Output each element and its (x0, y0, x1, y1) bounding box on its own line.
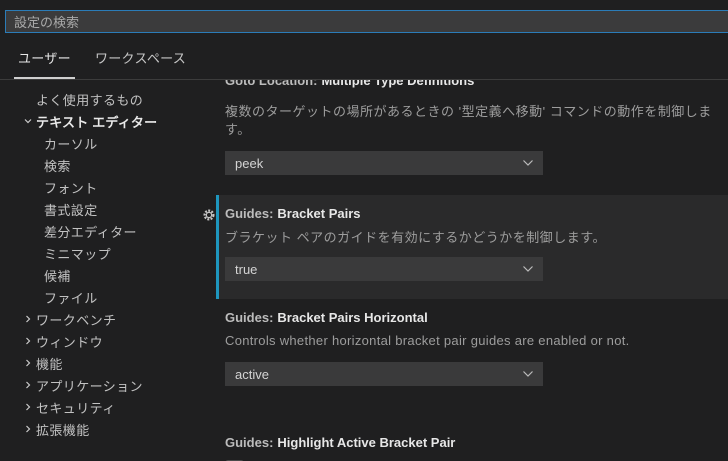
sidebar-item-application[interactable]: アプリケーション (0, 374, 216, 396)
chevron-right-icon (20, 314, 36, 324)
chevron-down-icon (522, 265, 534, 273)
setting-row-multiple-type-definitions: Goto Location:Multiple Type Definitions … (216, 80, 728, 195)
setting-title: Goto Location:Multiple Type Definitions (225, 80, 474, 90)
settings-list: Goto Location:Multiple Type Definitions … (216, 80, 728, 461)
setting-title: Guides:Highlight Active Bracket Pair (225, 434, 712, 452)
setting-row-highlight-active-bracket-pair: Guides:Highlight Active Bracket Pair Con… (216, 434, 728, 461)
tab-user[interactable]: ユーザー (18, 48, 71, 79)
settings-header: 設定の検索 ユーザー ワークスペース (0, 0, 728, 80)
sidebar-item-workbench[interactable]: ワークベンチ (0, 308, 216, 330)
settings-tree-sidebar: よく使用するもの テキスト エディター カーソル 検索 フォント 書式設定 差分… (0, 80, 216, 461)
setting-row-bracket-pairs-horizontal: Guides:Bracket Pairs Horizontal Controls… (216, 309, 728, 406)
setting-title: Guides:Bracket Pairs (225, 205, 712, 223)
gear-icon[interactable] (202, 208, 216, 222)
chevron-right-icon (20, 402, 36, 412)
sidebar-item-security[interactable]: セキュリティ (0, 396, 216, 418)
settings-search-input[interactable]: 設定の検索 (5, 10, 728, 33)
bracket-pairs-dropdown[interactable]: true (225, 257, 543, 281)
setting-row-bracket-pairs: Guides:Bracket Pairs ブラケット ペアのガイドを有効にするか… (216, 195, 728, 299)
chevron-right-icon (20, 358, 36, 368)
bracket-pairs-horizontal-dropdown[interactable]: active (225, 362, 543, 386)
sidebar-item-minimap[interactable]: ミニマップ (0, 242, 216, 264)
chevron-down-icon (522, 159, 534, 167)
sidebar-item-cursor[interactable]: カーソル (0, 132, 216, 154)
sidebar-item-features[interactable]: 機能 (0, 352, 216, 374)
chevron-right-icon (20, 380, 36, 390)
multiple-type-definitions-dropdown[interactable]: peek (225, 151, 543, 175)
sidebar-item-find[interactable]: 検索 (0, 154, 216, 176)
setting-description: 複数のターゲットの場所があるときの '型定義へ移動' コマンドの動作を制御します… (225, 103, 712, 139)
setting-description: ブラケット ペアのガイドを有効にするかどうかを制御します。 (225, 229, 712, 247)
tab-workspace[interactable]: ワークスペース (95, 48, 186, 79)
chevron-down-icon (20, 116, 36, 126)
chevron-right-icon (20, 336, 36, 346)
sidebar-item-text-editor[interactable]: テキスト エディター (0, 110, 216, 132)
sidebar-item-suggestions[interactable]: 候補 (0, 264, 216, 286)
search-placeholder: 設定の検索 (14, 12, 79, 31)
sidebar-item-window[interactable]: ウィンドウ (0, 330, 216, 352)
sidebar-item-font[interactable]: フォント (0, 176, 216, 198)
sidebar-item-extensions[interactable]: 拡張機能 (0, 418, 216, 440)
sidebar-item-formatting[interactable]: 書式設定 (0, 198, 216, 220)
setting-title: Guides:Bracket Pairs Horizontal (225, 309, 712, 327)
sidebar-item-files[interactable]: ファイル (0, 286, 216, 308)
chevron-down-icon (522, 370, 534, 378)
sidebar-item-commonly-used[interactable]: よく使用するもの (0, 88, 216, 110)
sidebar-item-diff-editor[interactable]: 差分エディター (0, 220, 216, 242)
scope-tabs: ユーザー ワークスペース (0, 44, 728, 80)
chevron-right-icon (20, 424, 36, 434)
setting-description: Controls whether horizontal bracket pair… (225, 332, 712, 350)
